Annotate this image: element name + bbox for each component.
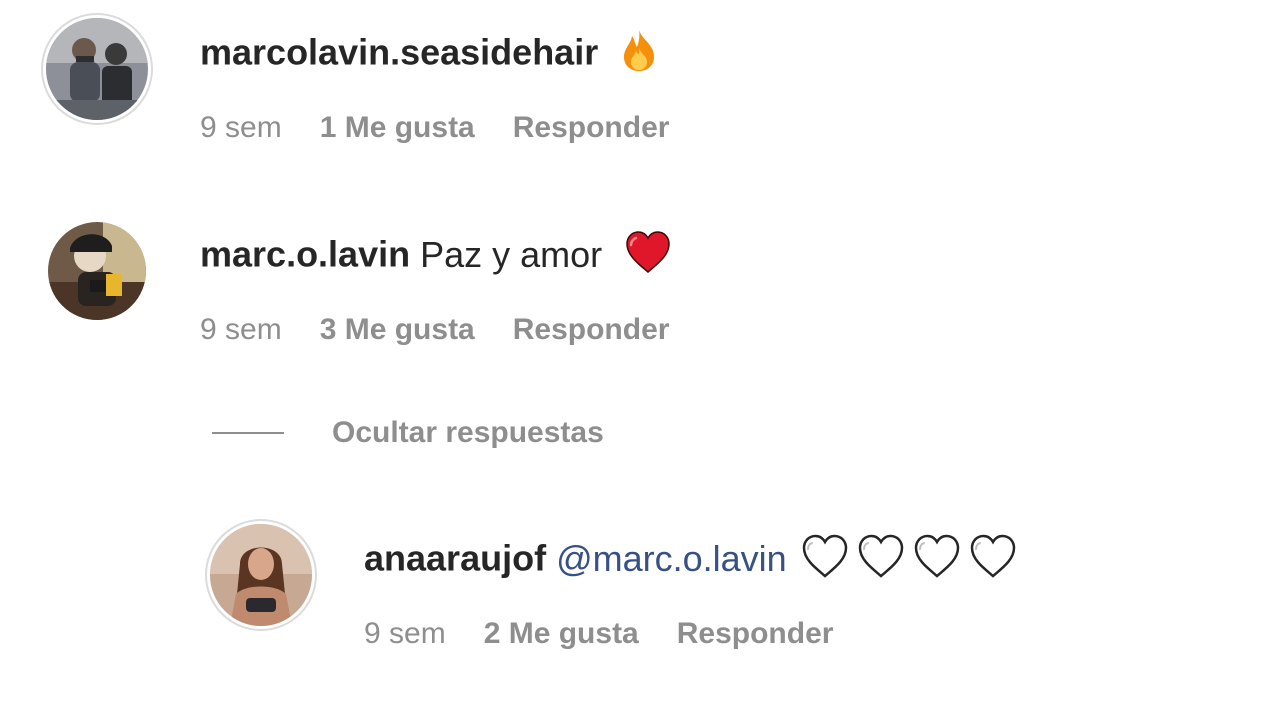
username-link[interactable]: marcolavin.seasidehair	[200, 32, 598, 73]
divider-line	[212, 432, 284, 434]
red-heart-icon	[624, 230, 672, 284]
white-heart-icon	[913, 534, 961, 588]
hide-replies-row[interactable]: Ocultar respuestas	[212, 416, 604, 450]
avatar[interactable]	[210, 524, 312, 626]
username-link[interactable]: marc.o.lavin	[200, 234, 410, 275]
comment-meta: 9 sem 3 Me gusta Responder	[200, 312, 669, 348]
reply-button[interactable]: Responder	[513, 110, 670, 146]
comments-thread: marcolavin.seasidehair 9 sem 1 Me gusta Re…	[0, 0, 1280, 720]
username-link[interactable]: anaaraujof	[364, 538, 546, 579]
comment-line: marc.o.lavin Paz y amor	[200, 230, 672, 284]
likes-count[interactable]: 1 Me gusta	[320, 110, 475, 146]
comment-line: anaaraujof @marc.o.lavin	[364, 534, 1017, 588]
likes-count[interactable]: 2 Me gusta	[484, 616, 639, 652]
hide-replies-button[interactable]: Ocultar respuestas	[332, 416, 604, 449]
comment-meta: 9 sem 1 Me gusta Responder	[200, 110, 669, 146]
comment-meta: 9 sem 2 Me gusta Responder	[364, 616, 833, 652]
mention-link[interactable]: @marc.o.lavin	[556, 538, 787, 579]
comment-time[interactable]: 9 sem	[200, 312, 282, 348]
white-heart-icon	[969, 534, 1017, 588]
white-heart-icon	[801, 534, 849, 588]
comment-time[interactable]: 9 sem	[364, 616, 446, 652]
reply-button[interactable]: Responder	[513, 312, 670, 348]
avatar[interactable]	[48, 222, 146, 320]
comment-time[interactable]: 9 sem	[200, 110, 282, 146]
white-hearts-group	[787, 534, 1017, 579]
white-heart-icon	[857, 534, 905, 588]
comment-text: Paz y amor	[420, 233, 603, 275]
reply-button[interactable]: Responder	[677, 616, 834, 652]
avatar[interactable]	[46, 18, 148, 120]
comment-line: marcolavin.seasidehair	[200, 28, 658, 82]
fire-icon	[620, 28, 658, 82]
likes-count[interactable]: 3 Me gusta	[320, 312, 475, 348]
